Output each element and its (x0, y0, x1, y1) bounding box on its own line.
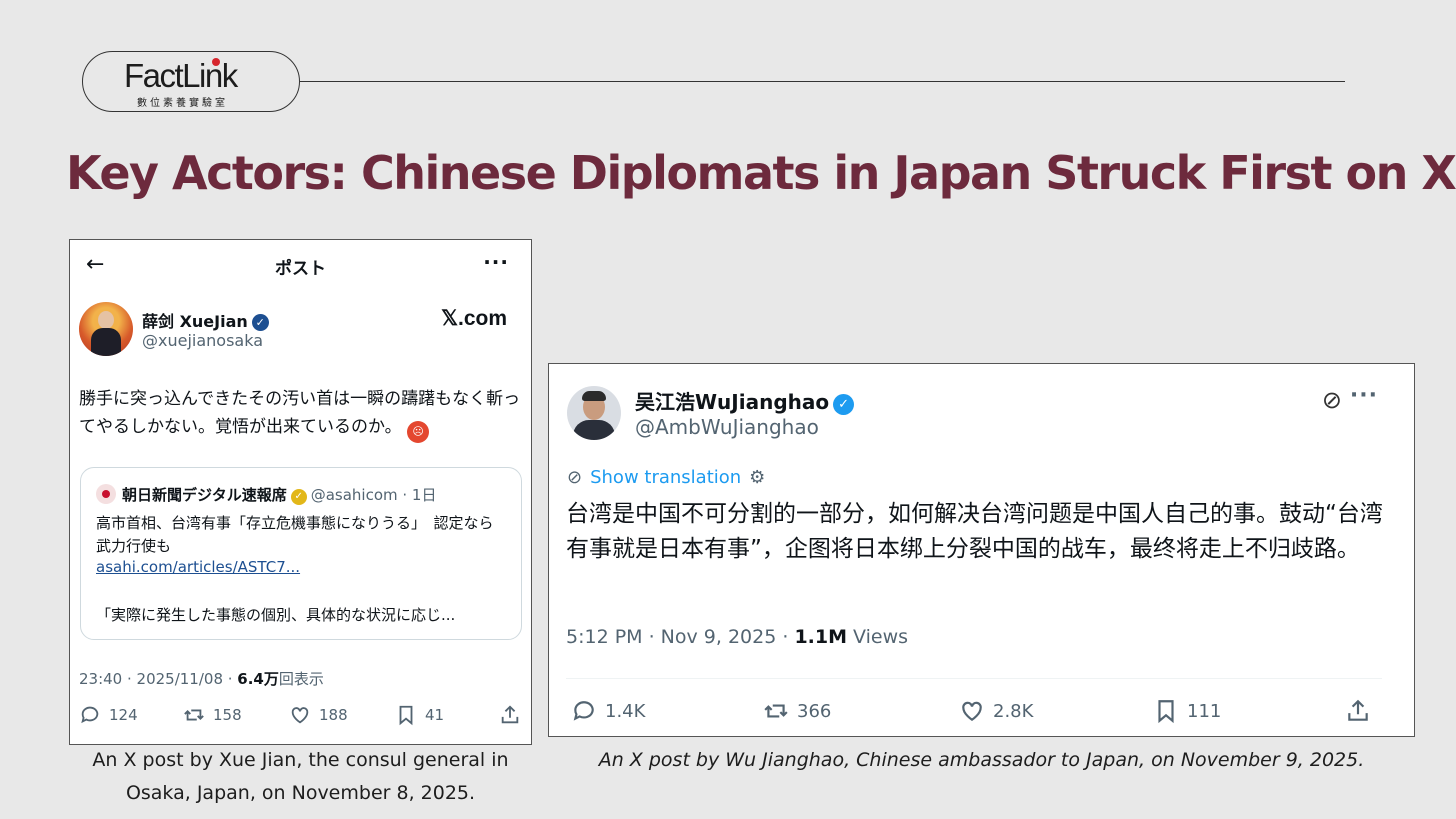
verified-badge-icon: ✓ (251, 314, 269, 331)
bookmark-button[interactable]: 111 (1153, 698, 1221, 724)
post-meta: 5:12 PM · Nov 9, 2025 · 1.1M Views (566, 626, 908, 648)
repost-button[interactable]: 158 (183, 704, 242, 726)
quote-handle-time: @asahicom · 1日 (310, 486, 437, 504)
post-text-content: 勝手に突っ込んできたその汚い首は一瞬の躊躇もなく斬ってやるしかない。覚悟が出来て… (79, 389, 521, 437)
repost-icon (184, 709, 204, 721)
post-text: 台湾是中国不可分割的一部分，如何解决台湾问题是中国人自己的事。鼓动“台湾有事就是… (566, 501, 1383, 562)
avatar-face (98, 311, 114, 329)
more-options-icon[interactable]: ··· (483, 250, 509, 274)
like-count: 2.8K (993, 700, 1034, 722)
grok-icon[interactable]: ⊘ (1322, 386, 1342, 414)
quote-link[interactable]: asahi.com/articles/ASTC7... (96, 558, 300, 576)
gold-verified-icon: ✓ (290, 489, 307, 505)
divider (566, 678, 1382, 679)
reply-count: 124 (109, 706, 138, 724)
gear-icon[interactable]: ⚙ (749, 467, 765, 488)
like-button[interactable]: 188 (289, 704, 348, 726)
quote-text: 高市首相、台湾有事「存立危機事態になりうる」 認定なら武力行使も (96, 514, 494, 555)
reply-button[interactable]: 124 (79, 704, 138, 726)
post-nav-title: ポスト (275, 259, 326, 279)
caption-right: An X post by Wu Jianghao, Chinese ambass… (598, 749, 1365, 771)
action-bar: 1.4K 366 2.8K 111 (571, 698, 1371, 728)
reply-count: 1.4K (605, 700, 646, 722)
caption-left: An X post by Xue Jian, the consul genera… (92, 749, 509, 804)
show-translation-link[interactable]: ⊘ Show translation ⚙ (567, 467, 765, 488)
quote-header: 朝日新聞デジタル速報席 ✓ @asahicom · 1日 (122, 484, 436, 505)
share-button[interactable] (499, 704, 521, 726)
reply-icon (81, 706, 99, 724)
share-icon (1348, 699, 1368, 721)
author-name-text: 薛剑 XueJian (142, 312, 248, 331)
avatar-body (91, 328, 121, 356)
show-translation-label: Show translation (590, 467, 742, 488)
avatar-hair (582, 391, 606, 401)
bookmark-icon (399, 705, 413, 726)
author-name[interactable]: 吴江浩WuJianghao ✓ (635, 386, 855, 415)
reply-icon (573, 701, 594, 721)
author-name[interactable]: 薛剑 XueJian ✓ (142, 308, 269, 332)
author-handle[interactable]: @AmbWuJianghao (635, 415, 819, 439)
more-options-icon[interactable]: ··· (1350, 383, 1378, 408)
header-divider (300, 81, 1345, 82)
logo-subtitle: 數位素養實驗室 (137, 98, 228, 109)
author-handle[interactable]: @xuejianosaka (142, 331, 263, 350)
post-timestamp[interactable]: 5:12 PM · Nov 9, 2025 · (566, 626, 794, 648)
views-count: 1.1M (794, 626, 848, 648)
quoted-post[interactable]: 朝日新聞デジタル速報席 ✓ @asahicom · 1日 高市首相、台湾有事「存立危… (80, 467, 522, 640)
verified-badge-icon: ✓ (833, 394, 855, 415)
post-meta: 23:40 · 2025/11/08 · 6.4万回表示 (79, 668, 324, 689)
action-bar: 124 158 188 41 (79, 704, 521, 734)
translate-icon: ⊘ (567, 467, 583, 488)
bookmark-button[interactable]: 41 (395, 704, 444, 726)
post-text: 勝手に突っ込んできたその汚い首は一瞬の躊躇もなく斬ってやるしかない。覚悟が出来て… (79, 385, 525, 443)
views-label: 回表示 (278, 670, 324, 688)
repost-button[interactable]: 366 (763, 698, 831, 724)
avatar[interactable] (79, 302, 133, 356)
angry-face-icon: ☹ (407, 421, 430, 443)
views-label: Views (847, 626, 909, 648)
quote-author: 朝日新聞デジタル速報席 (122, 486, 287, 504)
avatar-body (573, 420, 615, 440)
heart-icon (291, 707, 309, 724)
avatar[interactable] (567, 386, 621, 440)
share-icon (501, 705, 519, 724)
bookmark-count: 41 (425, 706, 445, 724)
xue-jian-post: ← ポスト ··· 薛剑 XueJian ✓ @xuejianosaka 𝕏.co… (69, 239, 532, 745)
share-button[interactable] (1345, 698, 1371, 724)
post-timestamp: 23:40 · 2025/11/08 · (79, 670, 238, 688)
bookmark-count: 111 (1187, 700, 1222, 722)
reply-button[interactable]: 1.4K (571, 698, 645, 724)
repost-icon (764, 704, 788, 718)
like-count: 188 (319, 706, 348, 724)
logo-dot-icon (212, 58, 220, 66)
like-button[interactable]: 2.8K (959, 698, 1033, 724)
bookmark-icon (1158, 700, 1174, 724)
views-count: 6.4万 (237, 670, 279, 688)
wu-jianghao-post: 吴江浩WuJianghao ✓ @AmbWuJianghao ⊘ ··· ⊘ Sh… (548, 363, 1415, 737)
repost-count: 366 (797, 700, 832, 722)
repost-count: 158 (213, 706, 242, 724)
heart-icon (962, 701, 982, 721)
quote-excerpt: 「実際に発生した事態の個別、具体的な状況に応じ... (96, 606, 456, 624)
slide-title: Key Actors: Chinese Diplomats in Japan S… (66, 146, 1456, 200)
x-logo: 𝕏.com (441, 307, 507, 330)
author-name-text: 吴江浩WuJianghao (635, 390, 830, 414)
quote-avatar (96, 484, 116, 504)
